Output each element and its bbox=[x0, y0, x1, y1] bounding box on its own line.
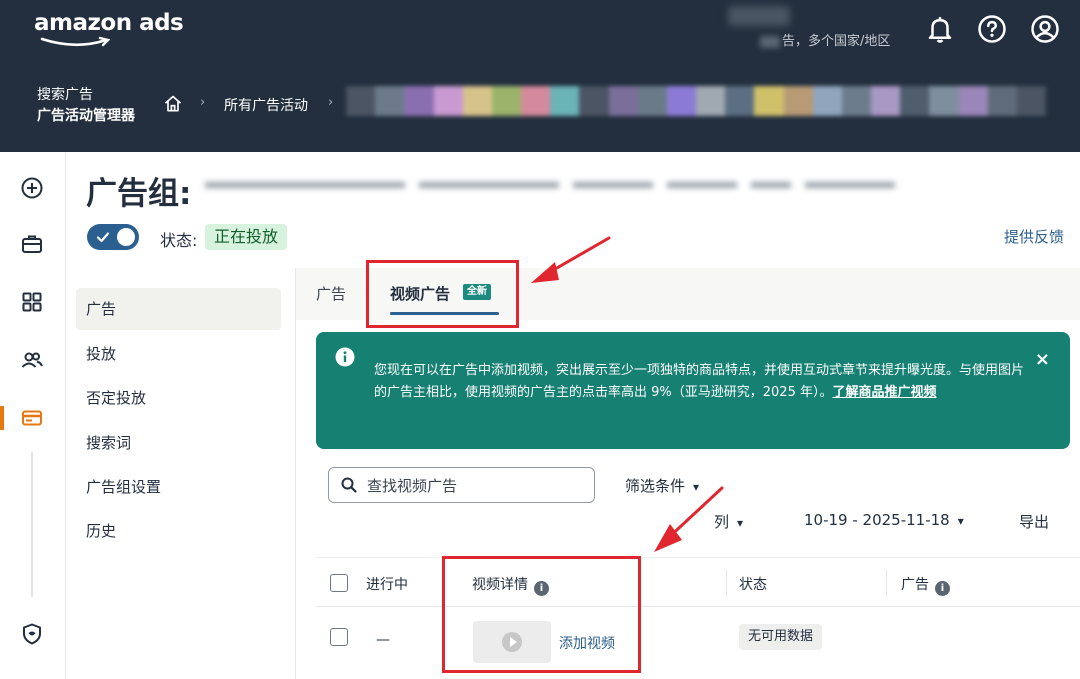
tab-ads[interactable]: 广告 bbox=[316, 283, 346, 304]
table-header: 进行中 视频详情 i 状态 广告 i bbox=[316, 557, 1080, 607]
subnav-item-search-terms[interactable]: 搜索词 bbox=[76, 422, 281, 464]
chevron-down-icon: ▾ bbox=[737, 516, 744, 530]
annotation-box bbox=[366, 260, 519, 328]
breadcrumb-separator: › bbox=[328, 95, 334, 110]
add-icon[interactable] bbox=[20, 176, 44, 200]
column-divider bbox=[726, 570, 727, 596]
export-button[interactable]: 导出 bbox=[1019, 511, 1049, 532]
row-checkbox[interactable] bbox=[330, 628, 348, 646]
column-divider bbox=[886, 570, 887, 596]
secondary-nav: 广告 投放 否定投放 搜索词 广告组设置 历史 bbox=[66, 268, 296, 679]
column-header-in-progress[interactable]: 进行中 bbox=[366, 574, 408, 594]
search-field[interactable] bbox=[328, 467, 595, 503]
subnav-item-ads[interactable]: 广告 bbox=[76, 288, 281, 330]
search-input[interactable] bbox=[367, 474, 587, 498]
grid-icon[interactable] bbox=[20, 290, 44, 314]
account-region[interactable]: 告，多个国家/地区 bbox=[760, 30, 890, 49]
annotation-arrow bbox=[531, 236, 611, 283]
subnav-item-targeting[interactable]: 投放 bbox=[76, 333, 281, 375]
learn-video-link[interactable]: 了解商品推广视频 bbox=[832, 385, 936, 400]
rail-active-indicator bbox=[0, 406, 4, 430]
card-icon[interactable] bbox=[20, 406, 44, 430]
status-toggle[interactable] bbox=[87, 224, 139, 250]
help-icon[interactable] bbox=[977, 14, 1007, 44]
briefcase-icon[interactable] bbox=[20, 232, 44, 256]
shield-icon[interactable] bbox=[20, 622, 44, 646]
ad-group-name-blurred bbox=[205, 178, 895, 192]
breadcrumb-campaign-blurred[interactable] bbox=[346, 86, 1047, 116]
home-icon[interactable] bbox=[163, 94, 183, 114]
left-icon-rail bbox=[0, 152, 66, 679]
column-header-ad[interactable]: 广告 i bbox=[901, 574, 950, 596]
info-icon bbox=[335, 347, 355, 367]
subnav-item-ad-group-settings[interactable]: 广告组设置 bbox=[76, 466, 281, 508]
product-subtitle: 广告活动管理器 bbox=[37, 108, 135, 124]
page-title: 广告组: bbox=[86, 176, 192, 212]
bell-icon[interactable] bbox=[925, 14, 955, 44]
account-name-blurred bbox=[728, 6, 790, 26]
top-header: amazon ads 告，多个国家/地区 搜索广告 广告活动管理器 › 所有广告… bbox=[0, 0, 1080, 152]
rail-divider bbox=[31, 452, 33, 597]
subnav-item-history[interactable]: 历史 bbox=[76, 510, 281, 552]
annotation-box bbox=[442, 556, 641, 673]
info-banner: 您现在可以在广告中添加视频，突出展示至少一项独特的商品特点，并使用互动式章节来提… bbox=[316, 332, 1070, 449]
toggle-knob bbox=[117, 228, 135, 246]
breadcrumb-separator: › bbox=[200, 95, 206, 110]
in-progress-value: — bbox=[376, 632, 390, 648]
status-badge: 正在投放 bbox=[205, 224, 288, 250]
breadcrumb-all-campaigns[interactable]: 所有广告活动 bbox=[224, 95, 308, 115]
status-label: 状态: bbox=[160, 231, 198, 250]
people-icon[interactable] bbox=[20, 348, 44, 372]
banner-message: 您现在可以在广告中添加视频，突出展示至少一项独特的商品特点，并使用互动式章节来提… bbox=[374, 363, 1025, 400]
select-all-checkbox[interactable] bbox=[330, 574, 348, 592]
close-icon[interactable]: × bbox=[1035, 349, 1050, 370]
amazon-ads-logo[interactable]: amazon ads bbox=[34, 10, 184, 36]
chevron-down-icon: ▾ bbox=[957, 514, 964, 528]
date-range-dropdown[interactable]: 10-19 - 2025-11-18 ▾ bbox=[804, 511, 964, 529]
checkmark-icon bbox=[96, 232, 110, 243]
logo-smile-icon bbox=[40, 36, 111, 47]
annotation-arrow bbox=[654, 486, 724, 552]
info-icon[interactable]: i bbox=[935, 581, 950, 596]
product-name: 搜索广告 bbox=[37, 87, 93, 103]
subnav-item-negative-targeting[interactable]: 否定投放 bbox=[76, 377, 281, 419]
column-header-status[interactable]: 状态 bbox=[739, 574, 767, 594]
feedback-link[interactable]: 提供反馈 bbox=[1004, 226, 1064, 247]
user-icon[interactable] bbox=[1030, 14, 1060, 44]
table-row: — 添加视频 无可用数据 bbox=[316, 608, 1080, 672]
search-icon bbox=[341, 477, 357, 493]
status-badge: 无可用数据 bbox=[739, 624, 823, 650]
